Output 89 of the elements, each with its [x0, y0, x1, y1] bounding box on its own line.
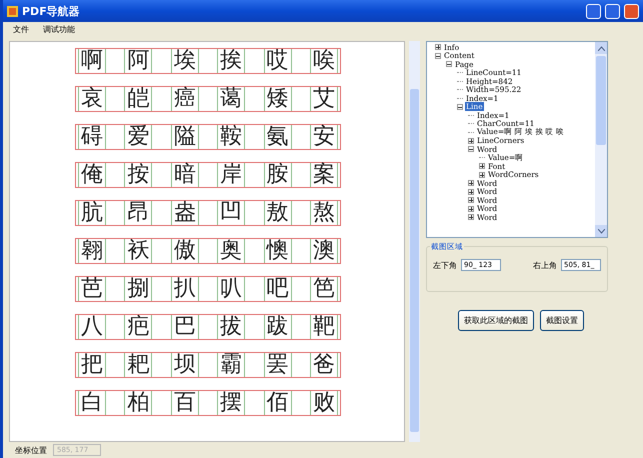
character-cell: 安: [310, 125, 338, 149]
character-cell: 疤: [124, 315, 152, 339]
character-cell: 百: [170, 391, 199, 415]
character-cell: 巴: [170, 315, 199, 339]
character-cell: 把: [78, 353, 106, 377]
character-cell: 暗: [170, 163, 199, 187]
expand-toggle[interactable]: [479, 172, 485, 178]
character-cell: 盎: [170, 201, 199, 225]
character-cell: 阿: [124, 49, 152, 73]
character-cell: 胺: [264, 163, 292, 187]
expand-toggle[interactable]: [468, 138, 474, 144]
field-label: 左下角: [433, 260, 457, 270]
character-cell: 矮: [264, 87, 292, 111]
character-cell: 唉: [310, 49, 338, 73]
character-cell: 袄: [124, 239, 152, 263]
character-cell: 碍: [78, 125, 106, 149]
expand-toggle[interactable]: [468, 180, 474, 186]
character-cell: 傲: [170, 239, 199, 263]
collapse-toggle[interactable]: [457, 104, 463, 110]
character-cell: 鞍: [217, 125, 246, 149]
scrollbar[interactable]: [409, 41, 420, 442]
minimize-button[interactable]: [586, 4, 601, 18]
collapse-toggle[interactable]: [446, 61, 452, 68]
character-cell: 蔼: [217, 87, 246, 111]
character-cell: 扒: [170, 277, 199, 301]
expand-toggle[interactable]: [468, 206, 474, 212]
character-cell: 耙: [124, 353, 152, 377]
collapse-toggle[interactable]: [468, 146, 474, 152]
character-cell: 埃: [170, 49, 199, 73]
field-label: 右上角: [533, 260, 557, 270]
character-cell: 敖: [264, 201, 292, 225]
character-cell: 败: [310, 391, 338, 415]
scroll-up-icon[interactable]: [598, 46, 604, 50]
character-cell: 佰: [264, 391, 292, 415]
character-cell: 摆: [217, 391, 246, 415]
character-cell: 哀: [78, 87, 106, 111]
character-cell: 坝: [170, 353, 199, 377]
character-cell: 爱: [124, 125, 152, 149]
app-icon: [7, 6, 18, 16]
expand-toggle[interactable]: [468, 197, 474, 204]
character-cell: 跋: [264, 315, 292, 339]
character-cell: 肮: [78, 201, 106, 225]
status-label: 坐标位置: [15, 444, 47, 456]
character-cell: 澳: [310, 239, 338, 263]
expand-toggle[interactable]: [468, 214, 474, 220]
character-cell: 癌: [170, 87, 199, 111]
character-cell: 爸: [310, 353, 338, 377]
character-cell: 皑: [124, 87, 152, 111]
character-cell: 八: [78, 315, 106, 339]
character-cell: 熬: [310, 201, 338, 225]
character-cell: 霸: [217, 353, 246, 377]
character-cell: 凹: [217, 201, 246, 225]
character-cell: 岸: [217, 163, 246, 187]
action-button[interactable]: 获取此区域的截图: [458, 310, 534, 331]
collapse-toggle[interactable]: [435, 52, 441, 59]
character-cell: 叭: [217, 277, 246, 301]
expand-toggle[interactable]: [435, 44, 441, 50]
scroll-down-icon[interactable]: [598, 228, 604, 234]
window-title: PDF导航器: [22, 4, 81, 18]
character-cell: 吧: [264, 277, 292, 301]
expand-toggle[interactable]: [468, 188, 474, 195]
character-cell: 靶: [310, 315, 338, 339]
character-cell: 案: [310, 163, 338, 187]
character-cell: 昂: [124, 201, 152, 225]
character-cell: 艾: [310, 87, 338, 111]
character-cell: 拔: [217, 315, 246, 339]
character-cell: 隘: [170, 125, 199, 149]
maximize-button[interactable]: [605, 4, 620, 18]
character-cell: 挨: [217, 49, 246, 73]
character-cell: 按: [124, 163, 152, 187]
character-cell: 芭: [78, 277, 106, 301]
character-cell: 柏: [124, 391, 152, 415]
menu-item[interactable]: 文件: [13, 24, 29, 35]
character-cell: 罢: [264, 353, 292, 377]
character-cell: 懊: [264, 239, 292, 263]
character-cell: 啊: [78, 49, 106, 73]
character-cell: 笆: [310, 277, 338, 301]
character-cell: 哎: [264, 49, 292, 73]
character-cell: 氨: [264, 125, 292, 149]
character-cell: 捌: [124, 277, 152, 301]
character-cell: 白: [78, 391, 106, 415]
close-button[interactable]: [624, 4, 639, 18]
action-button[interactable]: 截图设置: [540, 310, 584, 331]
menu-item[interactable]: 调试功能: [43, 24, 75, 35]
scrollbar[interactable]: [595, 42, 607, 237]
expand-toggle[interactable]: [479, 163, 485, 170]
character-cell: 俺: [78, 163, 106, 187]
character-cell: 翱: [78, 239, 106, 263]
character-cell: 奥: [217, 239, 246, 263]
